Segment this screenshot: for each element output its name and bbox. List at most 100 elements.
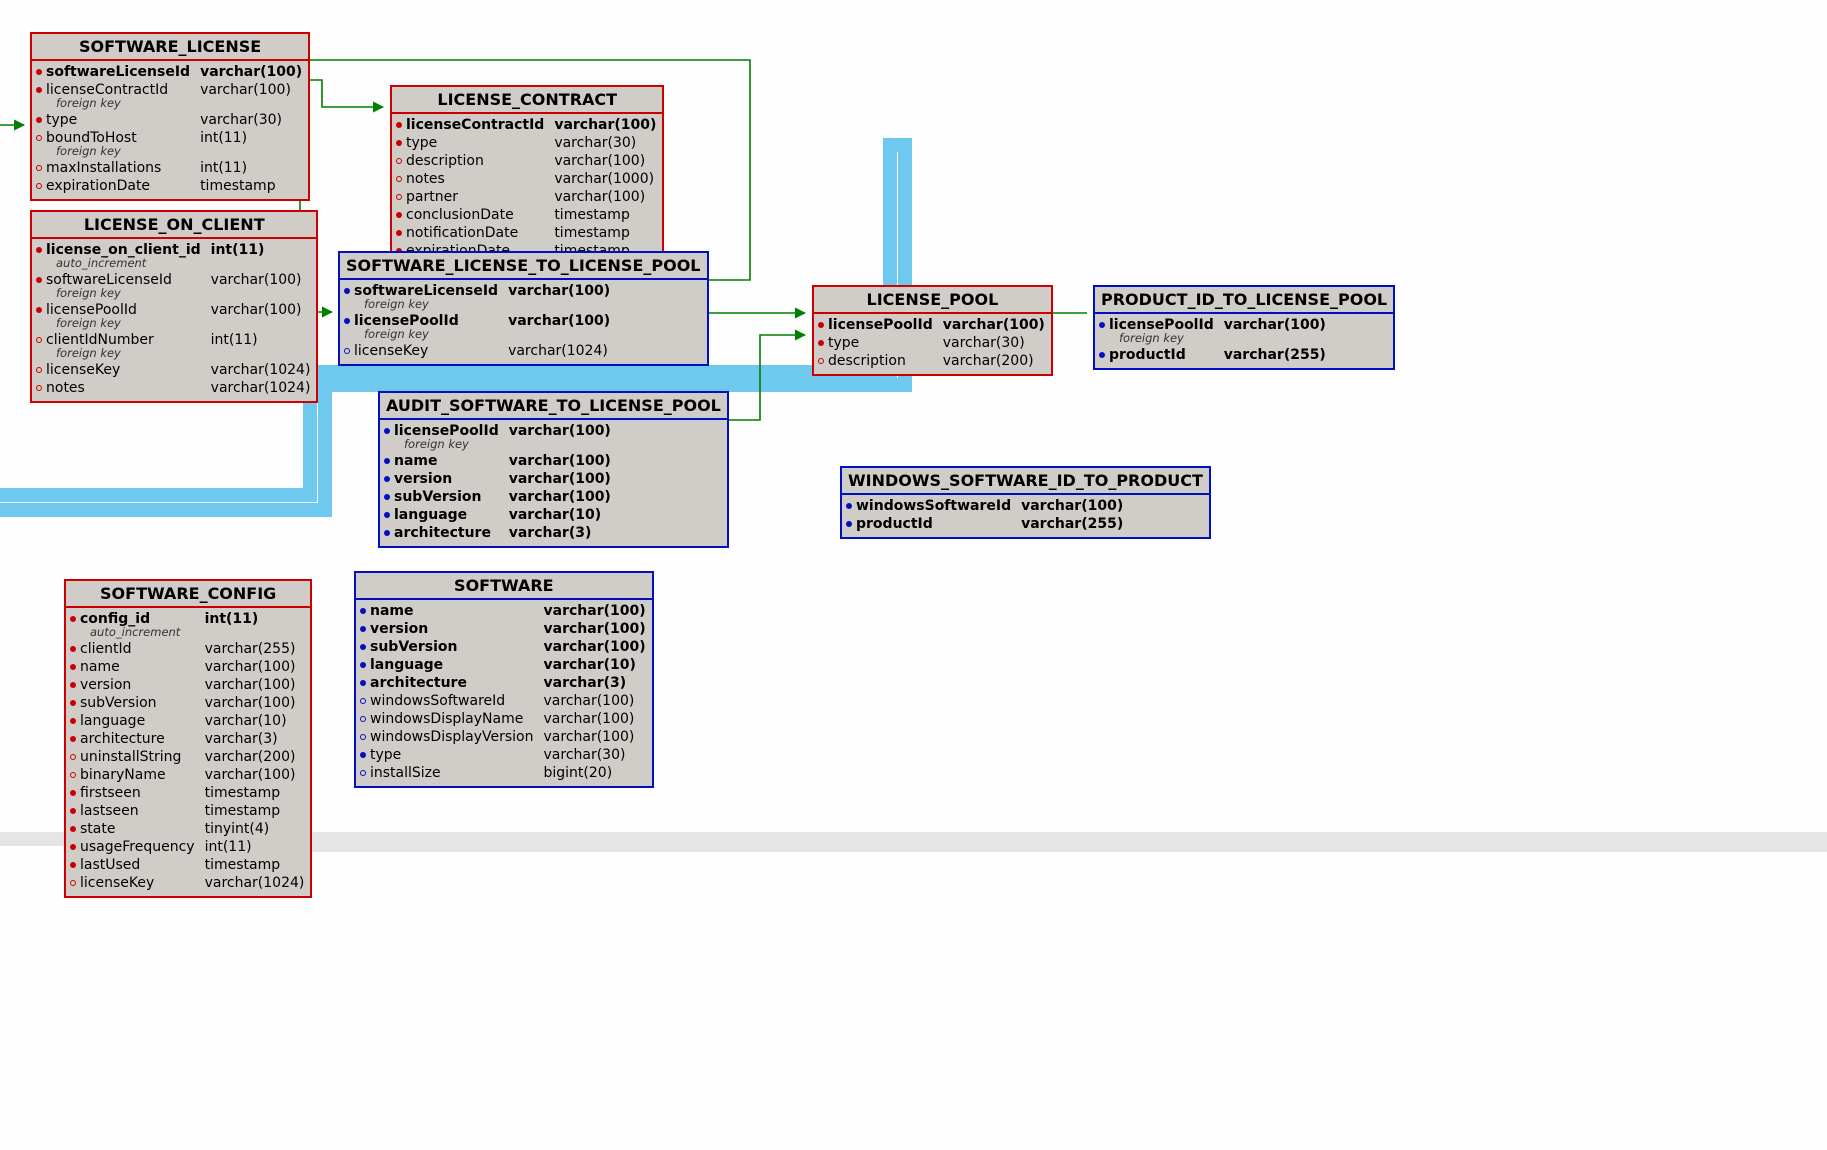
column-name: windowsDisplayName (362, 710, 534, 728)
column-type: varchar(100) (509, 488, 611, 506)
column-type: varchar(30) (200, 111, 302, 129)
nullable-marker-icon (344, 348, 350, 354)
column-type: varchar(30) (554, 134, 656, 152)
notnull-marker-icon (384, 458, 390, 464)
nullable-marker-icon (70, 772, 76, 778)
column-name: notes (38, 379, 201, 397)
nullable-marker-icon (36, 165, 42, 171)
column-type: varchar(100) (544, 602, 646, 620)
column-name: installSize (362, 764, 534, 782)
notnull-marker-icon (70, 700, 76, 706)
column-name: language (72, 712, 195, 730)
column-type: varchar(100) (205, 766, 305, 784)
entity-software-license[interactable]: SOFTWARE_LICENSEsoftwareLicenseIdvarchar… (30, 32, 310, 201)
notnull-marker-icon (1099, 352, 1105, 358)
column-name: architecture (386, 524, 499, 542)
column-type: timestamp (205, 784, 305, 802)
notnull-marker-icon (360, 680, 366, 686)
columns-grid: licensePoolIdvarchar(100)foreign keyname… (380, 420, 727, 546)
column-name: conclusionDate (398, 206, 544, 224)
column-name: licenseContractId (38, 81, 190, 99)
column-name: config_id (72, 610, 195, 628)
notnull-marker-icon (360, 752, 366, 758)
column-name: licensePoolId (820, 316, 933, 334)
column-name: name (72, 658, 195, 676)
column-name: licensePoolId (1101, 316, 1214, 334)
column-type: tinyint(4) (205, 820, 305, 838)
column-type: varchar(1000) (554, 170, 656, 188)
column-name: softwareLicenseId (38, 271, 201, 289)
column-name: licenseKey (38, 361, 201, 379)
notnull-marker-icon (36, 277, 42, 283)
notnull-marker-icon (384, 476, 390, 482)
notnull-marker-icon (70, 826, 76, 832)
column-type: varchar(100) (544, 620, 646, 638)
entity-license-on-client[interactable]: LICENSE_ON_CLIENTlicense_on_client_idint… (30, 210, 318, 403)
column-type: varchar(100) (205, 676, 305, 694)
column-name: version (72, 676, 195, 694)
columns-grid: namevarchar(100)versionvarchar(100)subVe… (356, 600, 652, 786)
notnull-marker-icon (1099, 322, 1105, 328)
column-name: architecture (362, 674, 534, 692)
nullable-marker-icon (36, 135, 42, 141)
columns-grid: windowsSoftwareIdvarchar(100)productIdva… (842, 495, 1209, 537)
column-name: windowsSoftwareId (362, 692, 534, 710)
notnull-marker-icon (70, 682, 76, 688)
notnull-marker-icon (384, 494, 390, 500)
entity-software-config[interactable]: SOFTWARE_CONFIGconfig_idint(11)auto_incr… (64, 579, 312, 898)
column-name: language (386, 506, 499, 524)
column-name: expirationDate (38, 177, 190, 195)
column-name: subVersion (72, 694, 195, 712)
column-type: varchar(100) (554, 188, 656, 206)
column-type: varchar(3) (205, 730, 305, 748)
column-type: varchar(100) (554, 152, 656, 170)
entity-license-contract[interactable]: LICENSE_CONTRACTlicenseContractIdvarchar… (390, 85, 664, 266)
column-type: timestamp (200, 177, 302, 195)
notnull-marker-icon (70, 862, 76, 868)
column-name: usageFrequency (72, 838, 195, 856)
notnull-marker-icon (360, 608, 366, 614)
entity-license-pool[interactable]: LICENSE_POOLlicensePoolIdvarchar(100)typ… (812, 285, 1053, 376)
column-type: int(11) (200, 159, 302, 177)
notnull-marker-icon (360, 644, 366, 650)
entity-windows-software-id-to-product[interactable]: WINDOWS_SOFTWARE_ID_TO_PRODUCTwindowsSof… (840, 466, 1211, 539)
column-name: maxInstallations (38, 159, 190, 177)
column-name: language (362, 656, 534, 674)
entity-software-license-to-license-pool[interactable]: SOFTWARE_LICENSE_TO_LICENSE_POOLsoftware… (338, 251, 709, 366)
column-name: licensePoolId (386, 422, 499, 440)
column-name: licensePoolId (38, 301, 201, 319)
background-shade (280, 832, 1827, 852)
notnull-marker-icon (344, 318, 350, 324)
column-name: licenseKey (346, 342, 498, 360)
entity-title: LICENSE_CONTRACT (392, 87, 662, 114)
nullable-marker-icon (396, 176, 402, 182)
nullable-marker-icon (36, 183, 42, 189)
column-name: windowsDisplayVersion (362, 728, 534, 746)
nullable-marker-icon (360, 716, 366, 722)
column-name: licensePoolId (346, 312, 498, 330)
notnull-marker-icon (70, 736, 76, 742)
column-type: varchar(100) (1021, 497, 1123, 515)
entity-product-id-to-license-pool[interactable]: PRODUCT_ID_TO_LICENSE_POOLlicensePoolIdv… (1093, 285, 1395, 370)
nullable-marker-icon (818, 358, 824, 364)
column-name: notes (398, 170, 544, 188)
column-type: varchar(30) (943, 334, 1045, 352)
column-name: type (398, 134, 544, 152)
nullable-marker-icon (36, 337, 42, 343)
entity-software[interactable]: SOFTWAREnamevarchar(100)versionvarchar(1… (354, 571, 654, 788)
er-diagram-canvas: SOFTWARE_LICENSEsoftwareLicenseIdvarchar… (0, 0, 1827, 1150)
entity-audit-software-to-license-pool[interactable]: AUDIT_SOFTWARE_TO_LICENSE_POOLlicensePoo… (378, 391, 729, 548)
notnull-marker-icon (384, 530, 390, 536)
entity-title: SOFTWARE_CONFIG (66, 581, 310, 608)
notnull-marker-icon (818, 322, 824, 328)
entity-title: SOFTWARE_LICENSE (32, 34, 308, 61)
notnull-marker-icon (384, 512, 390, 518)
column-type: varchar(100) (554, 116, 656, 134)
column-type: timestamp (554, 206, 656, 224)
notnull-marker-icon (36, 69, 42, 75)
columns-grid: softwareLicenseIdvarchar(100)foreign key… (340, 280, 707, 364)
notnull-marker-icon (396, 140, 402, 146)
column-type: varchar(10) (205, 712, 305, 730)
column-type: varchar(100) (544, 692, 646, 710)
column-name: softwareLicenseId (346, 282, 498, 300)
